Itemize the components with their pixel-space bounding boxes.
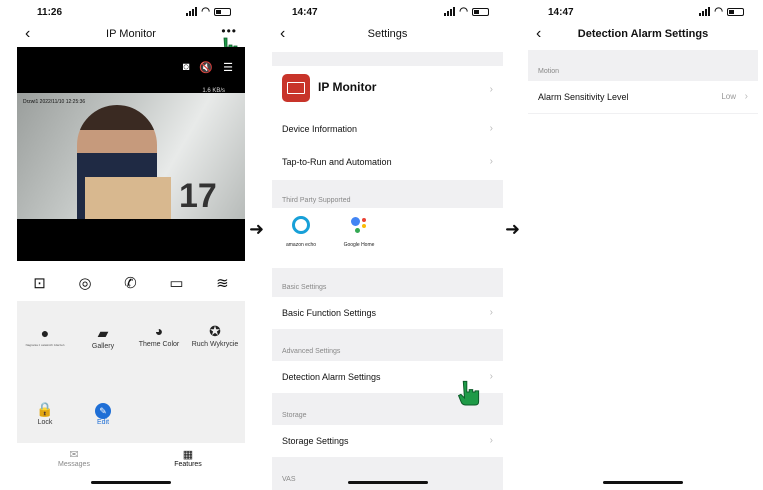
pointing-hand-icon — [457, 380, 480, 406]
page-title: Detection Alarm Settings — [577, 28, 709, 40]
arrow-right-icon: ➜ — [505, 219, 521, 239]
palette-icon: ◕ — [154, 323, 164, 339]
section-vas: VAS — [282, 476, 296, 483]
camera-controls: ⊡ ◎ ✆ ▭ ≋ — [17, 265, 245, 301]
feature-theme-color[interactable]: ◕ Theme Color — [131, 321, 187, 348]
detection-alarm-screen: 14:47 ◠ ‹ Detection Alarm Settings Motio… — [528, 0, 758, 490]
camera-feed-image: Drzwi1 2022/11/10 12:25:36 17 — [17, 93, 245, 219]
status-time: 14:47 — [548, 7, 574, 18]
home-indicator — [347, 481, 428, 484]
arrow-right-icon: ➜ — [249, 219, 265, 239]
feature-recordings[interactable]: ● Nagrania z ostatnich zdarzeń — [17, 323, 73, 347]
chevron-right-icon: › — [489, 307, 493, 318]
signal-icon — [186, 7, 198, 16]
battery-icon — [727, 7, 744, 16]
section-motion: Motion — [538, 68, 560, 75]
amazon-echo-item[interactable]: amazon echo — [281, 216, 321, 248]
ip-monitor-screen: 11:26 ◠ ‹ IP Monitor ••• ◙ 🔇 ☰ 1.6 KB/s … — [17, 0, 245, 490]
edit-icon: ✎ — [75, 399, 131, 419]
section-third-party: Third Party Supported — [282, 197, 351, 204]
snapshot-icon[interactable]: ◙ — [183, 61, 190, 74]
feature-lock[interactable]: 🔒 Lock — [17, 399, 73, 426]
storage-settings-row[interactable]: Storage Settings › — [272, 425, 503, 457]
page-title: IP Monitor — [106, 28, 156, 40]
chevron-right-icon[interactable]: › — [490, 84, 493, 95]
signal-icon — [699, 7, 711, 16]
tap-to-run-row[interactable]: Tap-to-Run and Automation › — [272, 146, 503, 178]
google-assistant-icon — [350, 216, 368, 234]
lock-icon: 🔒 — [36, 401, 54, 417]
chevron-right-icon: › — [489, 371, 493, 382]
status-time: 11:26 — [37, 7, 63, 18]
alexa-icon — [292, 216, 310, 234]
motion-icon: ✪ — [209, 323, 221, 339]
section-storage: Storage — [282, 412, 307, 419]
feature-motion-detection[interactable]: ✪ Ruch Wykrycie — [187, 321, 243, 348]
nav-bar: ‹ Detection Alarm Settings — [528, 24, 758, 44]
chevron-right-icon: › — [489, 123, 493, 134]
wifi-icon: ◠ — [459, 6, 468, 17]
nav-bar: ‹ Settings — [272, 24, 503, 44]
battery-icon — [472, 7, 489, 16]
status-bar: 11:26 ◠ — [17, 7, 245, 21]
status-bar: 14:47 ◠ — [528, 7, 758, 21]
device-name: IP Monitor — [318, 80, 377, 94]
gallery-icon: ▰ — [97, 325, 109, 341]
sensitivity-value: Low — [721, 92, 736, 101]
tab-features[interactable]: ▦ Features — [131, 448, 245, 476]
app-logo — [282, 74, 310, 102]
messages-icon: ✉ — [69, 449, 79, 461]
parcel-box — [85, 177, 171, 219]
signal-icon — [444, 7, 456, 16]
wifi-icon: ◠ — [201, 6, 210, 17]
chevron-right-icon: › — [489, 156, 493, 167]
battery-icon — [214, 7, 231, 16]
feature-edit[interactable]: ✎ Edit — [75, 399, 131, 426]
settings-screen: 14:47 ◠ ‹ Settings IP Monitor › Device I… — [272, 0, 503, 490]
fullscreen-icon[interactable]: ☰ — [223, 61, 233, 74]
home-indicator — [91, 481, 171, 484]
mute-icon[interactable]: 🔇 — [199, 61, 213, 74]
play-icon: ● — [40, 325, 50, 341]
home-indicator — [603, 481, 683, 484]
phone-call-icon[interactable]: ✆ — [124, 274, 137, 292]
tab-bar: ✉ Messages ▦ Features — [17, 448, 245, 476]
tab-messages[interactable]: ✉ Messages — [17, 448, 131, 476]
google-home-item[interactable]: Google Home — [339, 216, 379, 248]
expand-icon[interactable]: ≋ — [216, 274, 229, 292]
feature-gallery[interactable]: ▰ Gallery — [75, 323, 131, 350]
feed-timestamp: Drzwi1 2022/11/10 12:25:36 — [23, 99, 86, 105]
basic-function-settings-row[interactable]: Basic Function Settings › — [272, 297, 503, 329]
features-icon: ▦ — [182, 449, 194, 461]
wifi-icon: ◠ — [714, 6, 723, 17]
camera-icon[interactable]: ◎ — [78, 274, 91, 292]
chevron-right-icon: › — [744, 91, 748, 102]
nav-bar: ‹ IP Monitor ••• — [17, 24, 245, 44]
status-time: 14:47 — [292, 7, 318, 18]
alarm-sensitivity-row[interactable]: Alarm Sensitivity Level Low › — [528, 81, 758, 113]
page-title: Settings — [367, 28, 408, 40]
status-bar: 14:47 ◠ — [272, 7, 503, 21]
video-record-icon[interactable]: ▭ — [169, 274, 183, 292]
features-grid: ● Nagrania z ostatnich zdarzeń ▰ Gallery… — [17, 301, 245, 443]
screenshot-icon[interactable]: ⊡ — [33, 274, 46, 292]
house-number: 17 — [179, 177, 217, 215]
chevron-right-icon: › — [489, 435, 493, 446]
section-advanced-settings: Advanced Settings — [282, 348, 341, 355]
device-information-row[interactable]: Device Information › — [272, 113, 503, 145]
section-basic-settings: Basic Settings — [282, 284, 327, 291]
